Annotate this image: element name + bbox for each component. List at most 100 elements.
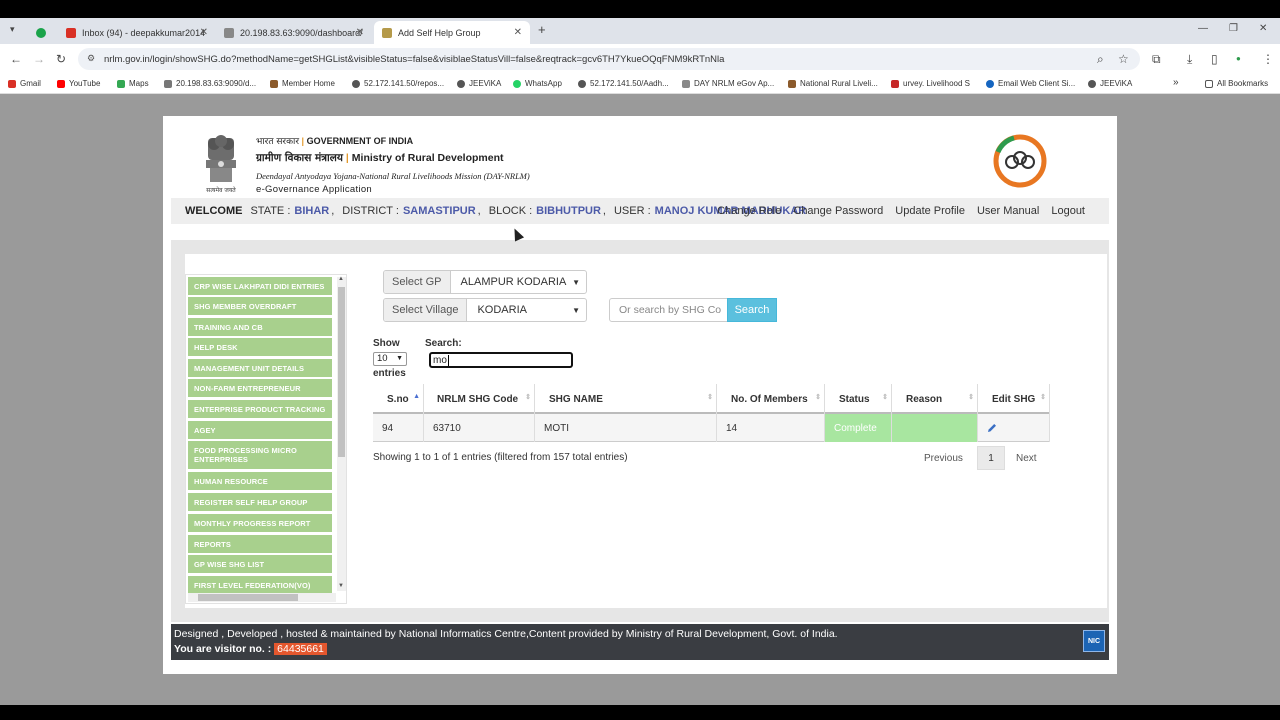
sidebar-item-shg-overdraft[interactable]: SHG MEMBER OVERDRAFT [188, 297, 332, 315]
sidebar-item-agey[interactable]: AGEY [188, 421, 332, 439]
header-text: भारत सरकार | GOVERNMENT OF INDIA ग्रामीण… [256, 134, 530, 195]
user-manual-link[interactable]: User Manual [977, 205, 1039, 217]
sidebar-item-management-unit[interactable]: MANAGEMENT UNIT DETAILS [188, 359, 332, 377]
sidebar-item-reports[interactable]: REPORTS [188, 535, 332, 553]
close-icon[interactable]: ✕ [514, 27, 522, 38]
update-profile-link[interactable]: Update Profile [895, 205, 965, 217]
bookmark-maps[interactable]: Maps [117, 79, 149, 88]
window-close-icon[interactable]: ✕ [1259, 23, 1267, 34]
sidebar-item-food-processing[interactable]: FOOD PROCESSING MICRO ENTERPRISES [188, 441, 332, 469]
close-icon[interactable]: ✕ [200, 27, 208, 38]
state-value: BIHAR [294, 205, 330, 217]
village-selected-value: KODARIA [477, 304, 527, 316]
reload-icon[interactable]: ↻ [56, 52, 66, 66]
chevron-down-icon: ▼ [396, 355, 403, 362]
sidebar-item-training[interactable]: TRAINING AND CB [188, 318, 332, 336]
column-status[interactable]: Status ⇕ [825, 384, 892, 414]
column-edit-shg[interactable]: Edit SHG ⇕ [978, 384, 1050, 414]
globe-icon [1088, 79, 1096, 88]
menu-dots-icon[interactable]: ⋮ [1262, 52, 1274, 66]
bookmark-youtube[interactable]: YouTube [57, 79, 100, 88]
next-page-button[interactable]: Next [1016, 446, 1037, 470]
bookmark-email[interactable]: Email Web Client Si... [986, 79, 1075, 88]
more-bookmarks-icon[interactable]: » [1173, 77, 1179, 88]
bookmark-gmail[interactable]: Gmail [8, 79, 41, 88]
column-sno[interactable]: S.no ▲ [373, 384, 424, 414]
sidebar-item-register-shg[interactable]: REGISTER SELF HELP GROUP [188, 493, 332, 511]
bookmark-jeevika-2[interactable]: JEEViKA [1088, 79, 1132, 88]
tab-pinned[interactable] [28, 21, 56, 44]
tab-dashboard[interactable]: 20.198.83.63:9090/dashboard/ ✕ [216, 21, 372, 44]
bookmark-jeevika[interactable]: JEEViKA [457, 79, 501, 88]
minimize-icon[interactable]: — [1198, 23, 1208, 34]
all-bookmarks[interactable]: All Bookmarks [1205, 79, 1268, 88]
bookmark-star-icon[interactable]: ☆ [1118, 52, 1129, 66]
nrlm-page: सत्यमेव जयते भारत सरकार | GOVERNMENT OF … [163, 116, 1117, 674]
chevron-down-icon: ▼ [572, 278, 580, 287]
page-size-select[interactable]: 10 ▼ [373, 352, 407, 366]
sidebar-item-help-desk[interactable]: HELP DESK [188, 338, 332, 356]
logout-link[interactable]: Logout [1051, 205, 1085, 217]
youtube-icon [57, 79, 65, 88]
site-info-icon[interactable]: ⚙ [87, 53, 95, 64]
bookmark-survey[interactable]: urvey. Livelihood S [891, 79, 970, 88]
scroll-thumb[interactable] [338, 287, 345, 457]
side-panel-icon[interactable]: ▯ [1211, 52, 1218, 66]
app-title: e-Governance Application [256, 184, 372, 195]
sidebar-horizontal-scrollbar[interactable] [188, 593, 336, 602]
sidebar-item-human-resource[interactable]: HUMAN RESOURCE [188, 472, 332, 490]
top-bezel [0, 0, 1280, 18]
new-tab-icon[interactable]: + [538, 22, 546, 37]
column-reason[interactable]: Reason ⇕ [892, 384, 978, 414]
page-1-button[interactable]: 1 [977, 446, 1005, 470]
previous-page-button[interactable]: Previous [924, 446, 963, 470]
scroll-up-icon[interactable]: ▲ [338, 276, 344, 282]
tab-search-icon[interactable]: ▾ [10, 24, 15, 35]
change-password-link[interactable]: Change Password [793, 205, 883, 217]
download-icon[interactable]: ⤓ [1187, 52, 1192, 67]
nic-logo-icon[interactable]: NIC [1083, 630, 1105, 652]
bookmark-nrlm-egov[interactable]: DAY NRLM eGov Ap... [682, 79, 774, 88]
table-header: S.no ▲ NRLM SHG Code ⇕ SHG NAME ⇕ No. Of Me… [373, 384, 1050, 414]
edit-pencil-icon[interactable] [986, 422, 998, 434]
sidebar-item-non-farm[interactable]: NON-FARM ENTREPRENEUR [188, 379, 332, 397]
tab-add-shg[interactable]: Add Self Help Group ✕ [374, 21, 530, 44]
village-select[interactable]: KODARIA ▼ [467, 299, 586, 321]
bookmark-national-rural[interactable]: National Rural Liveli... [788, 79, 878, 88]
column-shg-name[interactable]: SHG NAME ⇕ [535, 384, 717, 414]
forward-icon[interactable]: → [33, 52, 45, 66]
sidebar-item-crp-lakhpati[interactable]: CRP WISE LAKHPATI DIDI ENTRIES [188, 277, 332, 295]
table-search-input[interactable]: mo [429, 352, 573, 368]
sidebar-item-first-level-federation[interactable]: FIRST LEVEL FEDERATION(VO) [188, 576, 332, 594]
close-icon[interactable]: ✕ [356, 27, 364, 38]
sidebar-item-gp-wise-shg[interactable]: GP WISE SHG LIST [188, 555, 332, 573]
extensions-icon[interactable]: ⧉ [1152, 52, 1161, 67]
bookmark-dashboard[interactable]: 20.198.83.63:9090/d... [164, 79, 256, 88]
bookmark-member-home[interactable]: Member Home [270, 79, 335, 88]
profile-icon[interactable]: ● [1236, 54, 1241, 63]
gp-select[interactable]: ALAMPUR KODARIA ▼ [451, 271, 586, 293]
address-bar[interactable]: ⚙ nrlm.gov.in/login/showSHG.do?methodNam… [78, 48, 1140, 70]
back-icon[interactable]: ← [10, 52, 22, 66]
bookmark-aadhaar[interactable]: 52.172.141.50/Aadh... [578, 79, 669, 88]
shg-code-search-input[interactable]: Or search by SHG Co [609, 298, 729, 322]
column-members[interactable]: No. Of Members ⇕ [717, 384, 825, 414]
change-role-link[interactable]: Change Role [717, 205, 781, 217]
sidebar-item-enterprise-tracking[interactable]: ENTERPRISE PRODUCT TRACKING [188, 400, 332, 418]
gp-label: Select GP [384, 271, 451, 293]
restore-icon[interactable]: ❐ [1229, 23, 1238, 34]
cell-shg-code: 63710 [424, 414, 535, 442]
column-label: Reason [906, 393, 943, 405]
scroll-down-icon[interactable]: ▼ [338, 583, 344, 589]
tab-gmail[interactable]: Inbox (94) - deepakkumar2014 ✕ [58, 21, 216, 44]
visitor-counter: You are visitor no. : 64435661 [174, 643, 327, 655]
sidebar-vertical-scrollbar[interactable]: ▲ ▼ [337, 276, 346, 591]
search-button[interactable]: Search [727, 298, 777, 322]
bookmark-repos[interactable]: 52.172.141.50/repos... [352, 79, 444, 88]
zoom-icon[interactable]: ⌕ [1097, 52, 1104, 67]
scroll-thumb[interactable] [198, 594, 298, 601]
sidebar-item-monthly-progress[interactable]: MONTHLY PROGRESS REPORT [188, 514, 332, 532]
content-panel: CRP WISE LAKHPATI DIDI ENTRIES SHG MEMBE… [185, 254, 1107, 608]
column-shg-code[interactable]: NRLM SHG Code ⇕ [424, 384, 535, 414]
bookmark-whatsapp[interactable]: WhatsApp [513, 79, 562, 88]
